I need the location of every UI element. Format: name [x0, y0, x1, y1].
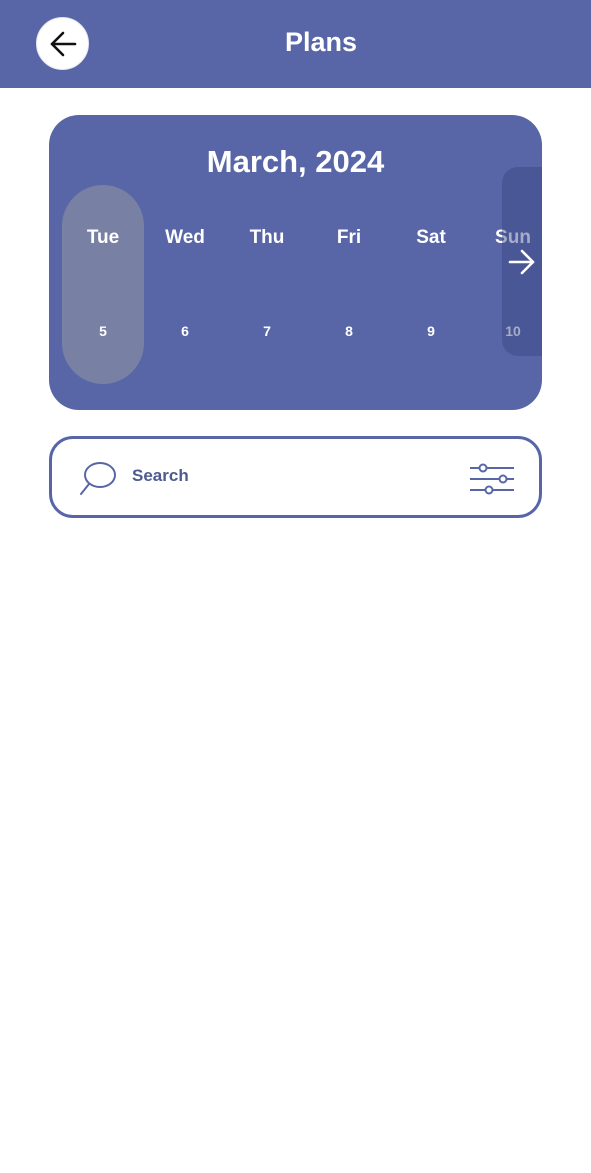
- search-input[interactable]: Search: [132, 464, 189, 488]
- day-thu[interactable]: Thu 7: [226, 185, 308, 384]
- day-date: 8: [345, 323, 353, 339]
- day-name: Fri: [336, 227, 362, 248]
- day-name: Tue: [86, 227, 120, 248]
- day-name: Wed: [165, 227, 205, 248]
- next-week-button[interactable]: [502, 167, 542, 356]
- day-date: 7: [263, 323, 271, 339]
- day-date: 6: [181, 323, 189, 339]
- calendar-card: March, 2024 Tue 5 Wed 6 Thu 7 Fri 8 Sat …: [49, 115, 542, 410]
- day-name: Thu: [249, 227, 285, 248]
- day-sat[interactable]: Sat 9: [390, 185, 472, 384]
- day-name: Sat: [416, 227, 446, 248]
- app-header: Plans: [0, 0, 591, 88]
- filter-sliders-icon[interactable]: [469, 461, 515, 497]
- page-title: Plans: [284, 27, 358, 57]
- search-icon: [80, 462, 116, 495]
- day-wed[interactable]: Wed 6: [144, 185, 226, 384]
- search-bar[interactable]: Search: [49, 436, 542, 518]
- day-tue[interactable]: Tue 5: [62, 185, 144, 384]
- day-date: 5: [99, 323, 107, 339]
- day-fri[interactable]: Fri 8: [308, 185, 390, 384]
- day-date: 9: [427, 323, 435, 339]
- month-title: March, 2024: [206, 144, 385, 179]
- arrow-right-icon: [508, 249, 535, 275]
